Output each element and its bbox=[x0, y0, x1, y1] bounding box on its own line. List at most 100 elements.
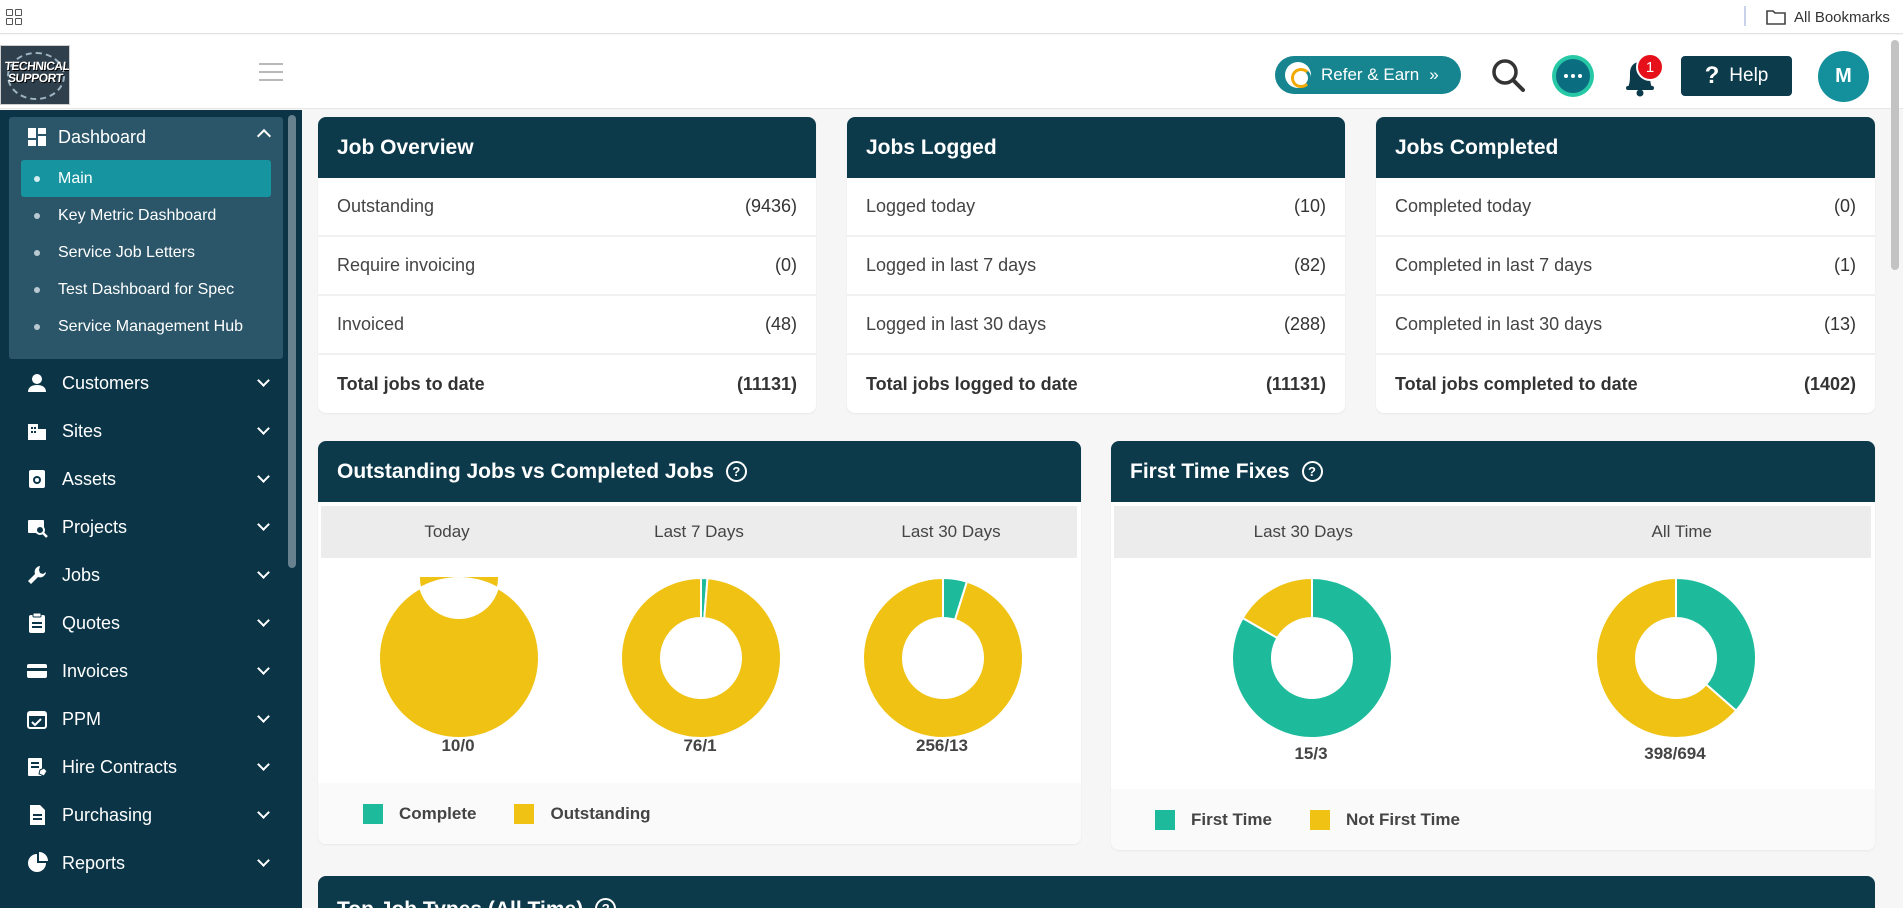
company-logo[interactable]: TECHNICAL SUPPORT bbox=[0, 45, 70, 105]
legend-item-complete[interactable]: Complete bbox=[363, 803, 476, 824]
sidebar-item-reports[interactable]: Reports bbox=[0, 841, 290, 885]
stat-row[interactable]: Logged today (10) bbox=[847, 178, 1345, 237]
nav-label: Reports bbox=[62, 852, 126, 873]
stat-value: (0) bbox=[775, 255, 797, 275]
donut-caption: 10/0 bbox=[441, 736, 475, 755]
nav-label: Invoices bbox=[62, 660, 129, 681]
stat-row[interactable]: Logged in last 30 days (288) bbox=[847, 296, 1345, 355]
period-label: Last 30 Days bbox=[1253, 522, 1353, 541]
legend-item-not-first-time[interactable]: Not First Time bbox=[1309, 809, 1460, 830]
donut-slice-outstanding[interactable] bbox=[378, 577, 540, 739]
refer-and-earn-button[interactable]: Refer & Earn » bbox=[1275, 56, 1461, 94]
chevron-up-icon bbox=[256, 128, 272, 144]
stat-label: Completed today bbox=[1395, 196, 1532, 216]
sidebar-item-jobs[interactable]: Jobs bbox=[0, 553, 290, 597]
user-avatar[interactable]: M bbox=[1818, 51, 1869, 102]
legend-swatch bbox=[514, 803, 535, 824]
stat-row[interactable]: Outstanding (9436) bbox=[318, 178, 816, 237]
stat-total-row[interactable]: Total jobs completed to date (1402) bbox=[1376, 355, 1875, 413]
sidebar-item-invoices[interactable]: Invoices bbox=[0, 649, 290, 693]
sidebar-subitem-main[interactable]: Main bbox=[21, 160, 271, 197]
stat-value: (10) bbox=[1293, 196, 1326, 216]
building-icon bbox=[28, 424, 46, 440]
subitem-label: Key Metric Dashboard bbox=[58, 206, 217, 224]
sidebar-item-purchasing[interactable]: Purchasing bbox=[0, 793, 290, 837]
question-icon: ? bbox=[1704, 62, 1720, 89]
card-title: Outstanding Jobs vs Completed Jobs bbox=[337, 459, 714, 483]
stat-value: (1402) bbox=[1803, 374, 1856, 394]
period-label: Last 30 Days bbox=[901, 522, 1001, 541]
sidebar-item-assets[interactable]: Assets bbox=[0, 457, 290, 501]
logo-text: TECHNICAL SUPPORT bbox=[3, 59, 70, 85]
legend-label: Outstanding bbox=[550, 803, 651, 823]
donut-chart-ftf-last-30-days[interactable] bbox=[1231, 577, 1393, 739]
main-scrollbar[interactable] bbox=[1891, 40, 1899, 270]
job-overview-card: Job Overview Outstanding (9436) Require i… bbox=[318, 117, 816, 413]
refer-label: Refer & Earn bbox=[1321, 65, 1420, 84]
help-circle-icon[interactable]: ? bbox=[725, 461, 747, 482]
sidebar-item-quotes[interactable]: Quotes bbox=[0, 601, 290, 645]
outstanding-vs-completed-card: Outstanding Jobs vs Completed Jobs ? Tod… bbox=[318, 441, 1081, 844]
chevron-down-icon bbox=[257, 518, 270, 531]
donut-slice-outstanding[interactable] bbox=[862, 577, 1024, 739]
sidebar-subitem-test-dashboard-for-spec[interactable]: Test Dashboard for Spec bbox=[21, 271, 271, 308]
hire-contract-icon bbox=[28, 758, 48, 777]
asset-icon bbox=[29, 470, 45, 488]
app-header: TECHNICAL SUPPORT Refer & Earn » 1 ? Help… bbox=[0, 35, 1903, 109]
donut-chart-last-7-days[interactable] bbox=[620, 577, 782, 739]
card-icon bbox=[27, 664, 47, 678]
sidebar-subitem-service-job-letters[interactable]: Service Job Letters bbox=[21, 234, 271, 271]
sidebar-item-projects[interactable]: Projects bbox=[0, 505, 290, 549]
nav-label: Assets bbox=[62, 468, 117, 489]
stat-value: (13) bbox=[1823, 314, 1856, 334]
stat-row[interactable]: Require invoicing (0) bbox=[318, 237, 816, 296]
stat-total-row[interactable]: Total jobs to date (11131) bbox=[318, 355, 816, 413]
sidebar-item-ppm[interactable]: PPM bbox=[0, 697, 290, 741]
card-title: Job Overview bbox=[318, 117, 816, 178]
stat-value: (48) bbox=[764, 314, 797, 334]
stat-total-row[interactable]: Total jobs logged to date (11131) bbox=[847, 355, 1345, 413]
sidebar-item-sites[interactable]: Sites bbox=[0, 409, 290, 453]
period-label: All Time bbox=[1651, 522, 1712, 541]
chart-legend: Complete Outstanding bbox=[318, 783, 1081, 844]
chevron-down-icon bbox=[257, 806, 270, 819]
donut-slice-first-time[interactable] bbox=[1675, 577, 1757, 713]
donut-chart-today[interactable] bbox=[378, 577, 540, 739]
all-bookmarks-button[interactable]: All Bookmarks bbox=[1766, 7, 1890, 27]
subitem-label: Service Management Hub bbox=[58, 317, 243, 335]
stat-row[interactable]: Completed in last 30 days (13) bbox=[1376, 296, 1875, 355]
bullet-icon bbox=[34, 213, 40, 219]
donut-chart-last-30-days[interactable] bbox=[862, 577, 1024, 739]
subitem-label: Test Dashboard for Spec bbox=[58, 280, 235, 298]
chat-icon[interactable] bbox=[1552, 55, 1594, 97]
document-icon bbox=[30, 805, 45, 825]
legend-label: Not First Time bbox=[1345, 809, 1460, 829]
apps-grid-icon[interactable] bbox=[6, 9, 22, 25]
stat-value: (9436) bbox=[744, 196, 797, 216]
nav-label: Jobs bbox=[62, 564, 101, 585]
sidebar-subitem-service-management-hub[interactable]: Service Management Hub bbox=[21, 308, 271, 345]
menu-toggle-icon[interactable] bbox=[259, 63, 283, 81]
donut-slice-outstanding[interactable] bbox=[620, 577, 782, 739]
donut-caption: 15/3 bbox=[1294, 744, 1328, 763]
stat-row[interactable]: Completed today (0) bbox=[1376, 178, 1875, 237]
sidebar-item-dashboard[interactable]: Dashboard bbox=[9, 117, 283, 157]
help-circle-icon[interactable]: ? bbox=[595, 898, 617, 908]
legend-item-first-time[interactable]: First Time bbox=[1155, 809, 1272, 830]
stat-value: (0) bbox=[1834, 196, 1856, 216]
calendar-check-icon bbox=[27, 711, 47, 729]
search-icon[interactable] bbox=[1488, 55, 1528, 95]
help-button[interactable]: ? Help bbox=[1681, 56, 1792, 96]
all-bookmarks-label: All Bookmarks bbox=[1794, 8, 1890, 26]
bookmark-separator bbox=[1744, 6, 1746, 26]
stat-row[interactable]: Logged in last 7 days (82) bbox=[847, 237, 1345, 296]
sidebar-item-hire-contracts[interactable]: Hire Contracts bbox=[0, 745, 290, 789]
stat-row[interactable]: Invoiced (48) bbox=[318, 296, 816, 355]
donut-chart-ftf-all-time[interactable] bbox=[1595, 577, 1757, 739]
legend-item-outstanding[interactable]: Outstanding bbox=[514, 803, 651, 824]
folder-icon bbox=[1766, 10, 1786, 25]
help-circle-icon[interactable]: ? bbox=[1301, 461, 1323, 482]
sidebar-item-customers[interactable]: Customers bbox=[0, 361, 290, 405]
sidebar-subitem-key-metric-dashboard[interactable]: Key Metric Dashboard bbox=[21, 197, 271, 234]
stat-row[interactable]: Completed in last 7 days (1) bbox=[1376, 237, 1875, 296]
